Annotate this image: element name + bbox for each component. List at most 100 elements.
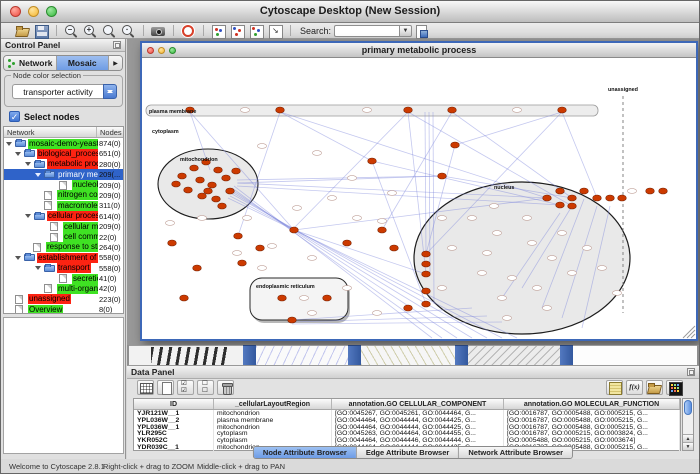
network-node-small[interactable] (299, 296, 308, 301)
tab-mosaic[interactable]: Mosaic (57, 56, 110, 70)
select-attributes-icon[interactable] (177, 380, 194, 395)
table-cell[interactable]: YPL036W__1 (134, 424, 214, 431)
tree-row[interactable]: cellular metabol209(0) (4, 221, 123, 231)
network-node[interactable] (212, 196, 221, 202)
network-node-small[interactable] (347, 176, 356, 181)
float-panel-icon[interactable] (113, 41, 121, 49)
tree-row[interactable]: mosaic-demo-yeast874(0) (4, 138, 123, 148)
open-file-icon[interactable] (15, 24, 30, 38)
unselect-attributes-icon[interactable] (197, 380, 214, 395)
network-node-small[interactable] (557, 231, 566, 236)
tree-row[interactable]: primary metabo209(... (4, 169, 123, 179)
network-node-small[interactable] (232, 251, 241, 256)
table-row[interactable]: YPL036W__1mitochondrion[GO:0044464, GO:0… (134, 424, 680, 431)
network-node-small[interactable] (492, 231, 501, 236)
title-bar[interactable]: Cytoscape Desktop (New Session) (1, 1, 699, 23)
table-column-header[interactable]: ID (134, 399, 214, 409)
tree-row[interactable]: establishment of lo558(0) (4, 252, 123, 262)
table-cell[interactable]: [GO:0005488, GO:0005215, GO:0003674] (504, 437, 680, 444)
network-node-small[interactable] (542, 306, 551, 311)
network-node[interactable] (288, 317, 297, 323)
network-edge[interactable] (562, 112, 597, 198)
network-node[interactable] (556, 188, 565, 194)
network-node-small[interactable] (447, 246, 456, 251)
network-node-small[interactable] (240, 108, 249, 113)
network-node[interactable] (172, 181, 181, 187)
tree-row[interactable]: cellular process614(0) (4, 211, 123, 221)
zoom-out-icon[interactable] (64, 24, 79, 38)
table-cell[interactable]: cytoplasm (214, 430, 332, 437)
network-node[interactable] (422, 251, 431, 257)
network-node-small[interactable] (327, 196, 336, 201)
network-node[interactable] (234, 233, 243, 239)
network-node[interactable] (368, 158, 377, 164)
table-cell[interactable]: YDR039C__1 (134, 444, 214, 451)
network-node-small[interactable] (477, 271, 486, 276)
network-node[interactable] (184, 187, 193, 193)
network-node[interactable] (404, 305, 413, 311)
network-node-small[interactable] (377, 219, 386, 224)
network-node-small[interactable] (307, 256, 316, 261)
table-scrollbar[interactable]: ▲ ▼ (682, 398, 694, 451)
tree-row[interactable]: unassigned223(0) (4, 294, 123, 304)
table-row[interactable]: YLR295Ccytoplasm[GO:0045263, GO:0044464,… (134, 430, 680, 437)
network-node[interactable] (422, 301, 431, 307)
network-node[interactable] (659, 188, 668, 194)
network-node-small[interactable] (527, 241, 536, 246)
tree-column-nodes[interactable]: Nodes (97, 127, 123, 137)
select-nodes-checkbox[interactable]: ✓ (9, 111, 20, 122)
table-row[interactable]: YJR121W__1mitochondrion[GO:0045267, GO:0… (134, 410, 680, 417)
network-node-small[interactable] (612, 291, 621, 296)
network-edge[interactable] (292, 112, 408, 230)
network-node[interactable] (178, 173, 187, 179)
network-node-small[interactable] (257, 266, 266, 271)
search-dropdown-arrow-icon[interactable]: ▼ (399, 25, 412, 37)
attribute-table-icon[interactable] (137, 380, 154, 395)
network-node[interactable] (256, 245, 265, 251)
background-window[interactable] (256, 345, 348, 365)
network-window-titlebar[interactable]: primary metabolic process (142, 43, 696, 58)
save-icon[interactable] (34, 24, 49, 38)
network-node[interactable] (198, 193, 207, 199)
network-node[interactable] (558, 107, 567, 113)
tab-scroll-arrow-icon[interactable]: ▶ (109, 56, 122, 70)
table-cell[interactable]: YKR052C (134, 437, 214, 444)
scrollbar-thumb[interactable] (684, 400, 692, 415)
network-node[interactable] (168, 240, 177, 246)
table-cell[interactable]: [GO:0016787, GO:0005215, GO:0003824, G..… (504, 430, 680, 437)
destroy-view-icon[interactable] (249, 24, 264, 38)
network-node-small[interactable] (547, 256, 556, 261)
window-resize-grip[interactable] (683, 326, 695, 338)
network-node[interactable] (180, 295, 189, 301)
network-node-small[interactable] (497, 296, 506, 301)
network-node-small[interactable] (165, 221, 174, 226)
zoom-fit-icon[interactable] (102, 24, 117, 38)
network-node[interactable] (290, 227, 299, 233)
network-node[interactable] (422, 288, 431, 294)
table-cell[interactable]: [GO:0045263, GO:0044464, GO:0044455, G..… (332, 430, 504, 437)
network-node[interactable] (343, 240, 352, 246)
network-node[interactable] (208, 182, 217, 188)
scroll-down-icon[interactable]: ▼ (683, 442, 693, 450)
table-cell[interactable]: mitochondrion (214, 424, 332, 431)
table-row[interactable]: YPL036W__2plasma membrane[GO:0044464, GO… (134, 417, 680, 424)
table-cell[interactable]: [GO:0016787, GO:0005488, GO:0005215, G..… (504, 417, 680, 424)
tree-row[interactable]: nucleobase-209(0) (4, 180, 123, 190)
network-node[interactable] (378, 227, 387, 233)
network-node[interactable] (543, 195, 552, 201)
network-node-small[interactable] (512, 108, 521, 113)
network-node-small[interactable] (597, 266, 606, 271)
table-cell[interactable]: cytoplasm (214, 437, 332, 444)
tree-column-network[interactable]: Network (4, 127, 97, 137)
table-cell[interactable]: YLR295C (134, 430, 214, 437)
network-node[interactable] (593, 195, 602, 201)
network-node[interactable] (568, 195, 577, 201)
network-node[interactable] (618, 195, 627, 201)
network-node-small[interactable] (522, 216, 531, 221)
network-node-small[interactable] (372, 311, 381, 316)
table-cell[interactable]: [GO:0016787, GO:0005488, GO:0005215, G..… (504, 424, 680, 431)
network-node[interactable] (438, 173, 447, 179)
search-input[interactable] (334, 25, 399, 37)
table-cell[interactable]: YPL036W__2 (134, 417, 214, 424)
network-node-small[interactable] (582, 246, 591, 251)
